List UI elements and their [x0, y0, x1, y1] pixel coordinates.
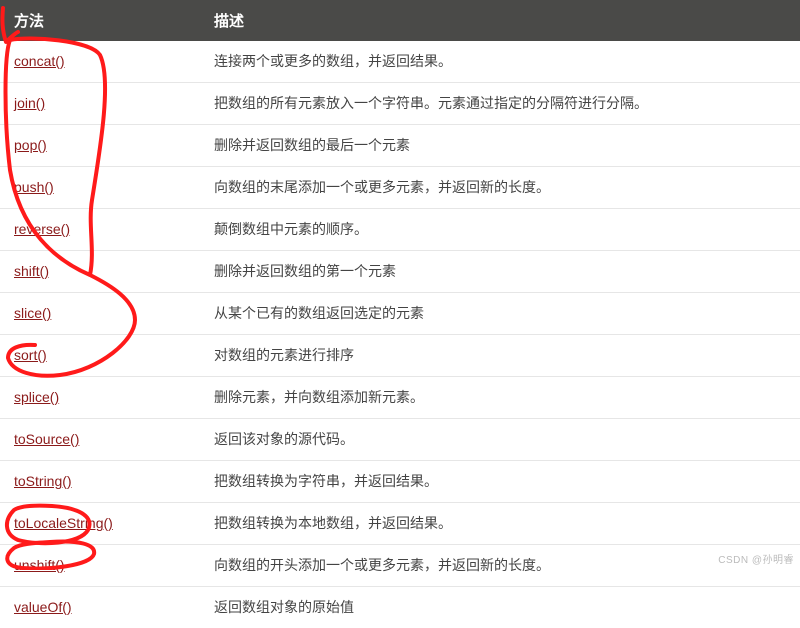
table-row: reverse() 颠倒数组中元素的顺序。: [0, 209, 800, 251]
method-link-tostring[interactable]: toString(): [14, 473, 72, 489]
column-method-header: 方法: [0, 0, 200, 41]
method-link-slice[interactable]: slice(): [14, 305, 51, 321]
method-link-sort[interactable]: sort(): [14, 347, 47, 363]
method-description: 从某个已有的数组返回选定的元素: [200, 293, 800, 335]
method-link-tolocalestring[interactable]: toLocaleString(): [14, 515, 113, 531]
table-row: concat() 连接两个或更多的数组，并返回结果。: [0, 41, 800, 83]
table-row: toLocaleString() 把数组转换为本地数组，并返回结果。: [0, 503, 800, 545]
method-link-unshift[interactable]: unshift(): [14, 557, 65, 573]
table-row: push() 向数组的末尾添加一个或更多元素，并返回新的长度。: [0, 167, 800, 209]
method-description: 删除并返回数组的最后一个元素: [200, 125, 800, 167]
method-link-reverse[interactable]: reverse(): [14, 221, 70, 237]
table-row: shift() 删除并返回数组的第一个元素: [0, 251, 800, 293]
method-link-join[interactable]: join(): [14, 95, 45, 111]
table-row: slice() 从某个已有的数组返回选定的元素: [0, 293, 800, 335]
method-link-pop[interactable]: pop(): [14, 137, 47, 153]
method-description: 删除元素，并向数组添加新元素。: [200, 377, 800, 419]
method-link-valueof[interactable]: valueOf(): [14, 599, 72, 615]
method-description: 颠倒数组中元素的顺序。: [200, 209, 800, 251]
method-description: 把数组的所有元素放入一个字符串。元素通过指定的分隔符进行分隔。: [200, 83, 800, 125]
table-row: toString() 把数组转换为字符串，并返回结果。: [0, 461, 800, 503]
table-row: toSource() 返回该对象的源代码。: [0, 419, 800, 461]
method-link-shift[interactable]: shift(): [14, 263, 49, 279]
method-link-concat[interactable]: concat(): [14, 53, 65, 69]
table-row: splice() 删除元素，并向数组添加新元素。: [0, 377, 800, 419]
method-description: 向数组的开头添加一个或更多元素，并返回新的长度。: [200, 545, 800, 587]
method-link-tosource[interactable]: toSource(): [14, 431, 79, 447]
table-row: join() 把数组的所有元素放入一个字符串。元素通过指定的分隔符进行分隔。: [0, 83, 800, 125]
column-description-header: 描述: [200, 0, 800, 41]
method-link-splice[interactable]: splice(): [14, 389, 59, 405]
method-description: 返回数组对象的原始值: [200, 587, 800, 628]
method-description: 对数组的元素进行排序: [200, 335, 800, 377]
methods-table: 方法 描述 concat() 连接两个或更多的数组，并返回结果。 join() …: [0, 0, 800, 628]
table-row: sort() 对数组的元素进行排序: [0, 335, 800, 377]
method-description: 把数组转换为字符串，并返回结果。: [200, 461, 800, 503]
method-description: 把数组转换为本地数组，并返回结果。: [200, 503, 800, 545]
method-link-push[interactable]: push(): [14, 179, 54, 195]
method-description: 删除并返回数组的第一个元素: [200, 251, 800, 293]
method-description: 返回该对象的源代码。: [200, 419, 800, 461]
watermark: CSDN @孙明睿: [718, 551, 794, 566]
method-description: 连接两个或更多的数组，并返回结果。: [200, 41, 800, 83]
table-row: pop() 删除并返回数组的最后一个元素: [0, 125, 800, 167]
table-row: valueOf() 返回数组对象的原始值: [0, 587, 800, 628]
table-row: unshift() 向数组的开头添加一个或更多元素，并返回新的长度。: [0, 545, 800, 587]
method-description: 向数组的末尾添加一个或更多元素，并返回新的长度。: [200, 167, 800, 209]
table-header: 方法 描述: [0, 0, 800, 41]
